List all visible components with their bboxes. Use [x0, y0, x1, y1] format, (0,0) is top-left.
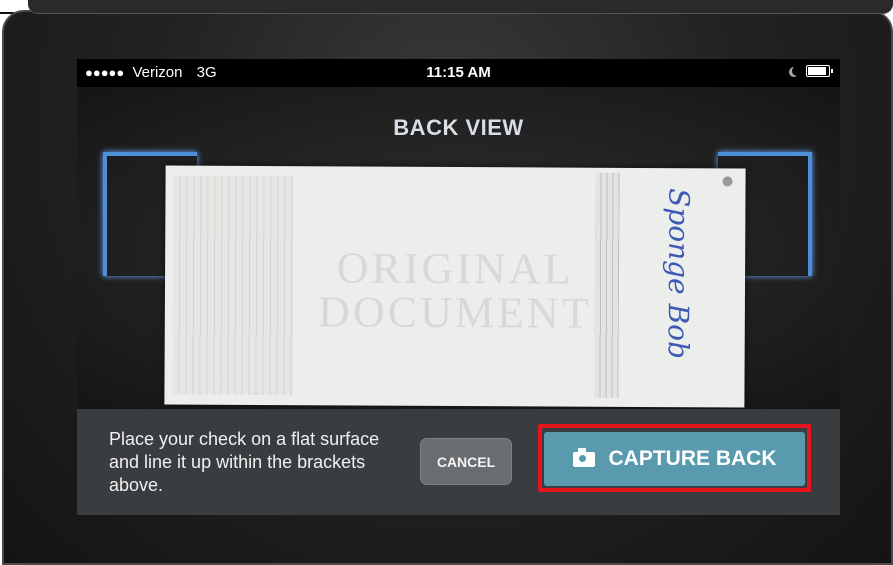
- cancel-button[interactable]: CANCEL: [420, 438, 512, 485]
- capture-back-button[interactable]: CAPTURE BACK: [544, 432, 805, 486]
- instructions-text: Place your check on a flat surface and l…: [109, 429, 380, 495]
- watermark-line-2: DOCUMENT: [318, 287, 592, 338]
- action-bar: Place your check on a flat surface and l…: [77, 409, 840, 515]
- endorse-marker: [722, 176, 733, 187]
- device-top-edge: [28, 0, 893, 14]
- check-preview: ORIGINAL DOCUMENT Sponge Bob: [164, 165, 746, 408]
- battery-icon: [806, 65, 833, 77]
- signature: Sponge Bob: [661, 188, 696, 360]
- phone-screen: ●●●●● Verizon 3G 11:15 AM BACK VIEW ORIG…: [77, 59, 840, 515]
- camera-icon: [572, 447, 595, 467]
- page-title: BACK VIEW: [393, 115, 524, 140]
- moon-icon: [792, 66, 802, 76]
- status-bar: ●●●●● Verizon 3G 11:15 AM: [77, 59, 840, 87]
- camera-viewfinder: BACK VIEW ORIGINAL DOCUMENT Sponge Bob: [77, 87, 840, 409]
- watermark-line-1: ORIGINAL: [336, 243, 574, 294]
- check-watermark: ORIGINAL DOCUMENT: [165, 243, 745, 338]
- capture-back-label: CAPTURE BACK: [608, 447, 777, 470]
- status-right: [788, 65, 833, 77]
- status-time: 11:15 AM: [426, 64, 491, 81]
